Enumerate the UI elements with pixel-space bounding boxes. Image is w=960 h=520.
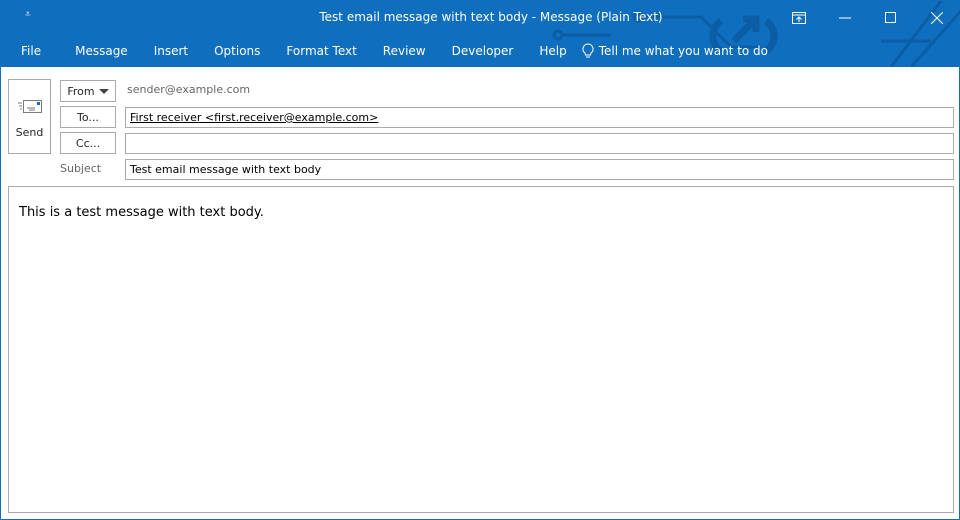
cc-label: Cc... [75, 136, 101, 150]
tell-me-search[interactable]: Tell me what you want to do [582, 43, 768, 59]
send-button[interactable]: Send [8, 79, 51, 154]
to-field[interactable]: First receiver <first.receiver@example.c… [125, 107, 954, 128]
recipient-chip[interactable]: First receiver <first.receiver@example.c… [130, 111, 378, 124]
tell-me-label: Tell me what you want to do [598, 44, 769, 58]
tab-format-text[interactable]: Format Text [273, 44, 369, 58]
close-icon [931, 12, 943, 24]
minimize-icon [839, 17, 851, 19]
maximize-icon [885, 12, 896, 23]
tab-developer[interactable]: Developer [439, 44, 527, 58]
title-bar: ⩡ Test email message with text body - Me… [1, 1, 960, 67]
from-button[interactable]: From [60, 80, 116, 102]
close-button[interactable] [914, 1, 960, 35]
lightbulb-icon [582, 43, 594, 58]
outlook-message-window: ⩡ Test email message with text body - Me… [0, 0, 960, 520]
tab-help[interactable]: Help [526, 44, 579, 58]
from-value: sender@example.com [127, 83, 251, 96]
to-button[interactable]: To... [60, 106, 116, 128]
tab-file[interactable]: File [1, 44, 62, 58]
message-body[interactable]: This is a test message with text body. [8, 186, 954, 513]
subject-field[interactable]: Test email message with text body [125, 159, 954, 180]
send-label: Send [15, 126, 44, 139]
maximize-button[interactable] [868, 1, 914, 35]
from-label: From [67, 84, 95, 98]
message-body-text: This is a test message with text body. [19, 205, 264, 220]
to-label: To... [77, 110, 99, 124]
ribbon-display-options-icon [792, 12, 806, 24]
subject-label: Subject [60, 162, 102, 175]
tab-options[interactable]: Options [201, 44, 273, 58]
tab-message[interactable]: Message [62, 44, 141, 58]
cc-field[interactable] [125, 133, 954, 154]
send-envelope-icon [17, 100, 42, 113]
tab-insert[interactable]: Insert [141, 44, 201, 58]
ribbon-tabs: File Message Insert Options Format Text … [1, 39, 768, 63]
tab-review[interactable]: Review [370, 44, 439, 58]
cc-button[interactable]: Cc... [60, 132, 116, 154]
ribbon-display-options-button[interactable] [776, 1, 822, 35]
chevron-down-icon [98, 88, 109, 94]
minimize-button[interactable] [822, 1, 868, 35]
